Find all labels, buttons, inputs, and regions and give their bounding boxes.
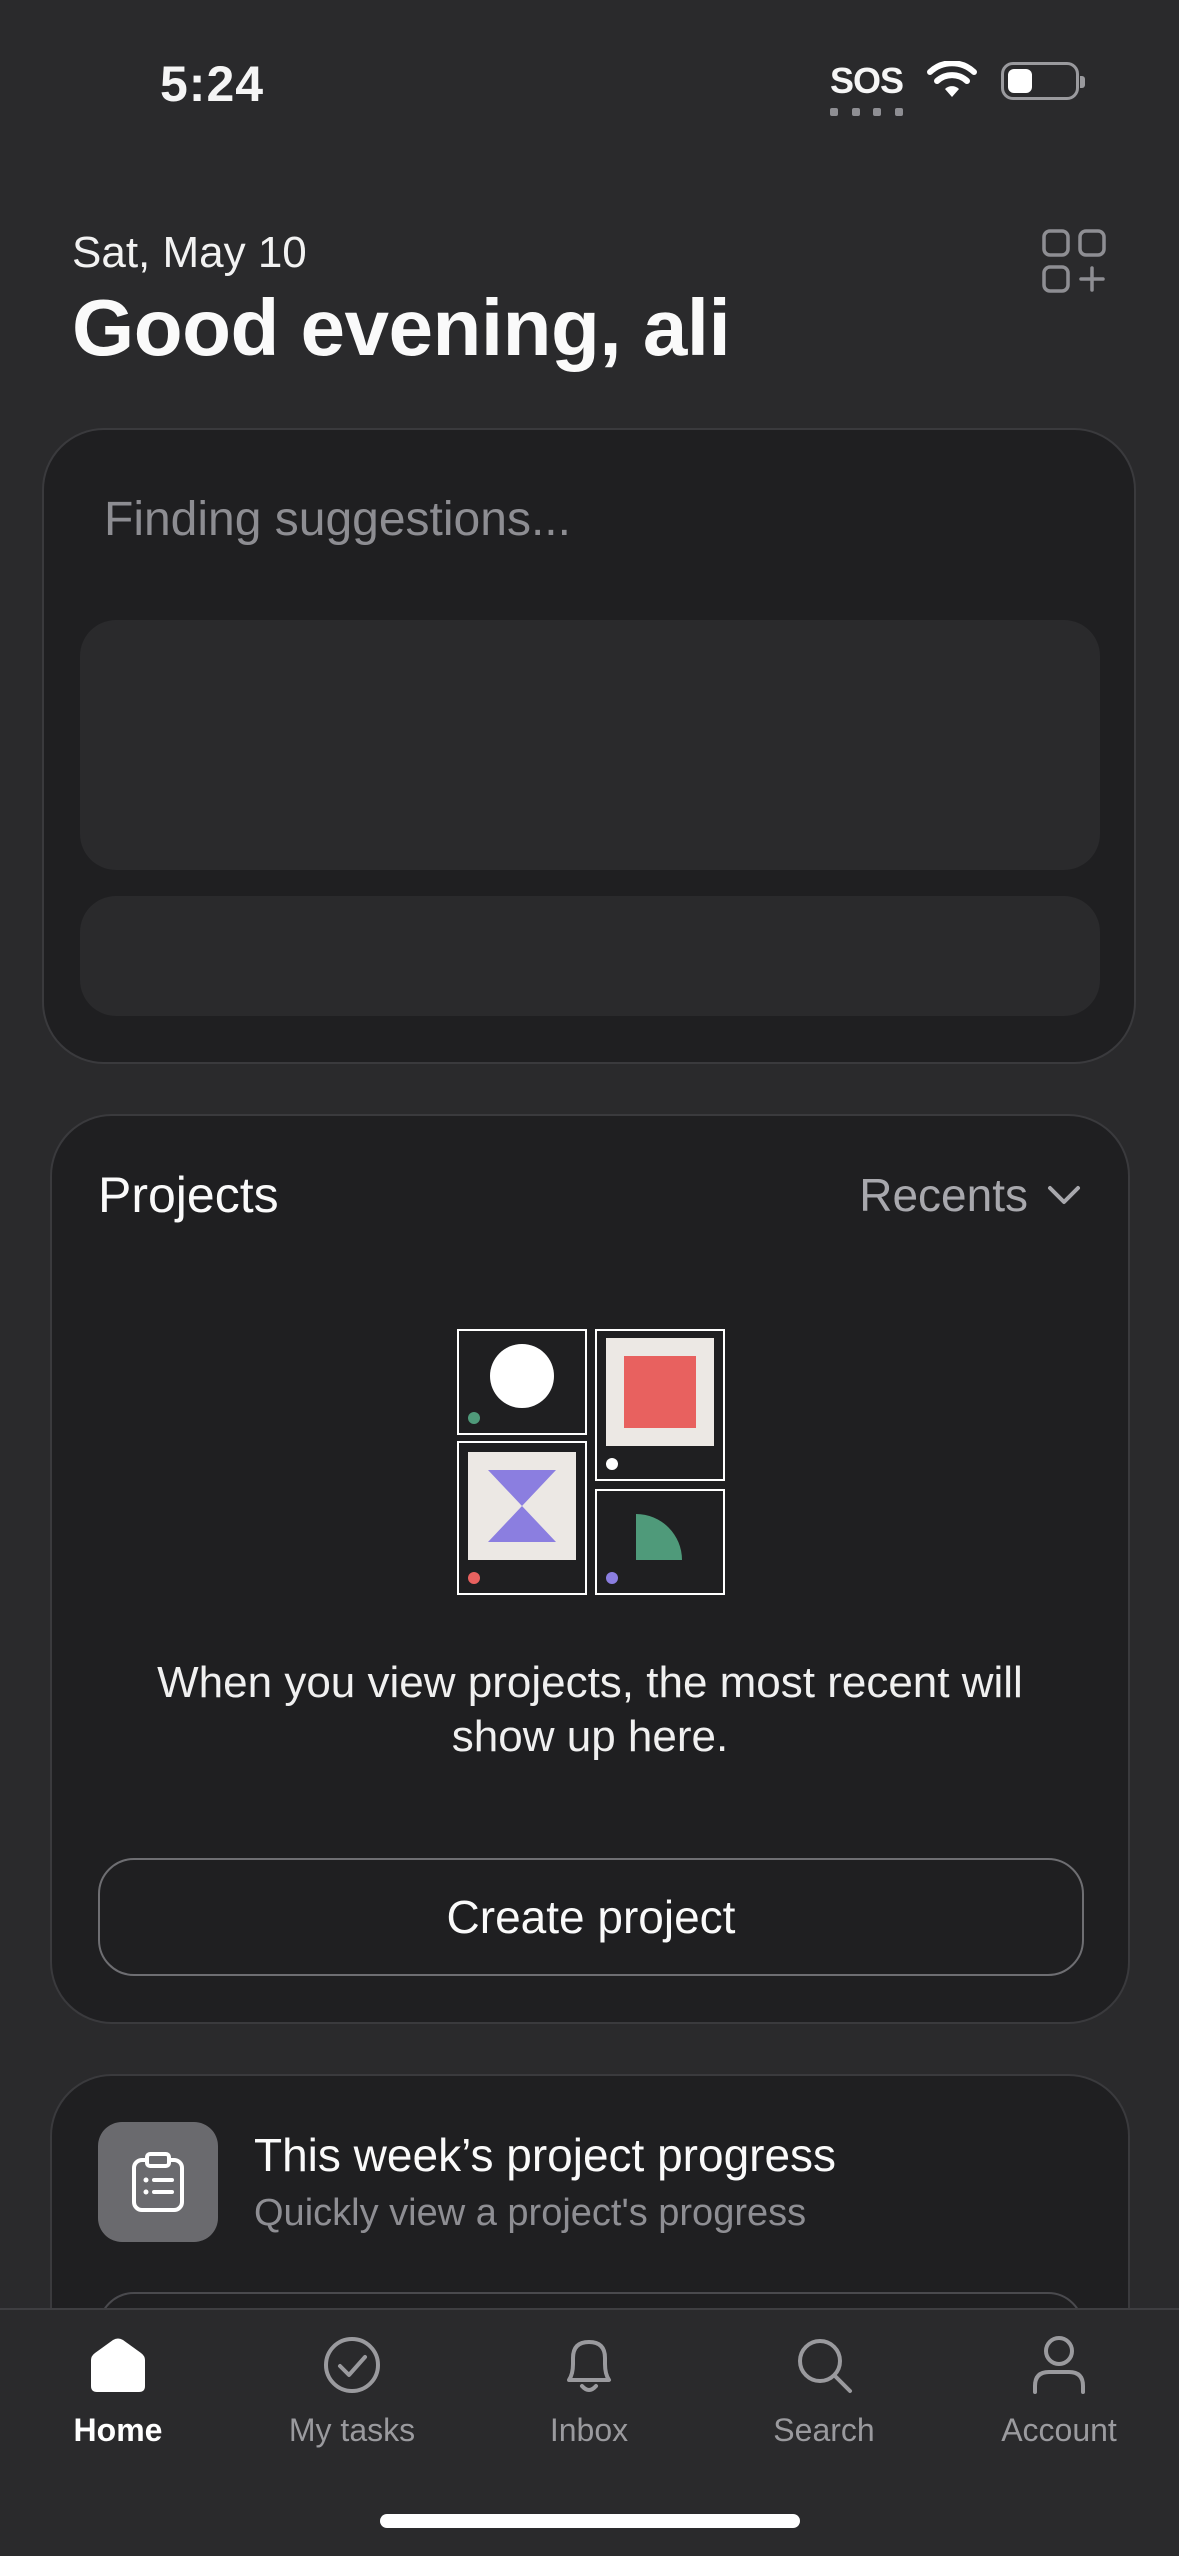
greeting-title: Good evening, ali	[72, 283, 731, 372]
search-icon	[789, 2330, 859, 2400]
date-label: Sat, May 10	[72, 228, 307, 277]
create-project-button[interactable]: Create project	[98, 1858, 1084, 1976]
status-time: 5:24	[160, 56, 265, 112]
tab-search[interactable]: Search	[724, 2330, 924, 2449]
clipboard-icon	[98, 2122, 218, 2242]
tab-label-my-tasks: My tasks	[288, 2412, 416, 2448]
tab-account[interactable]: Account	[959, 2330, 1159, 2449]
tab-my-tasks[interactable]: My tasks	[252, 2330, 452, 2449]
status-indicators: SOS	[829, 60, 1085, 116]
projects-card: Projects Recents When you view projects,…	[50, 1114, 1130, 2024]
tab-label-home: Home	[73, 2412, 163, 2448]
home-icon	[83, 2330, 153, 2400]
home-screen: 5:24 SOS Sat, May 10 Good evening, ali F…	[0, 0, 1179, 2556]
suggestion-placeholder	[80, 896, 1100, 1016]
sos-label: SOS	[829, 60, 904, 101]
battery-icon	[1001, 62, 1085, 100]
tab-label-inbox: Inbox	[549, 2412, 629, 2448]
tab-home[interactable]: Home	[18, 2330, 218, 2449]
tab-label-account: Account	[1001, 2412, 1117, 2448]
suggestion-placeholder	[80, 620, 1100, 870]
suggestions-card: Finding suggestions...	[42, 428, 1136, 1064]
bell-icon	[554, 2330, 624, 2400]
progress-title: This week’s project progress	[254, 2129, 837, 2181]
suggestions-title: Finding suggestions...	[104, 493, 571, 546]
wifi-icon	[927, 61, 977, 97]
projects-empty-text: When you view projects, the most recent …	[157, 1658, 1023, 1761]
recents-dropdown[interactable]: Recents	[859, 1168, 1082, 1222]
check-circle-icon	[317, 2330, 387, 2400]
progress-subtitle: Quickly view a project's progress	[254, 2192, 807, 2234]
tab-label-search: Search	[773, 2412, 875, 2448]
projects-title: Projects	[98, 1167, 279, 1223]
home-indicator[interactable]	[380, 2514, 800, 2528]
person-icon	[1024, 2330, 1094, 2400]
projects-empty-illustration	[457, 1329, 725, 1595]
chevron-down-icon	[1048, 1186, 1080, 1204]
tab-inbox[interactable]: Inbox	[489, 2330, 689, 2449]
sos-indicator: SOS	[829, 60, 904, 116]
customize-widgets-icon[interactable]	[1041, 228, 1107, 294]
recents-label: Recents	[859, 1169, 1028, 1221]
signal-dots	[829, 108, 903, 116]
